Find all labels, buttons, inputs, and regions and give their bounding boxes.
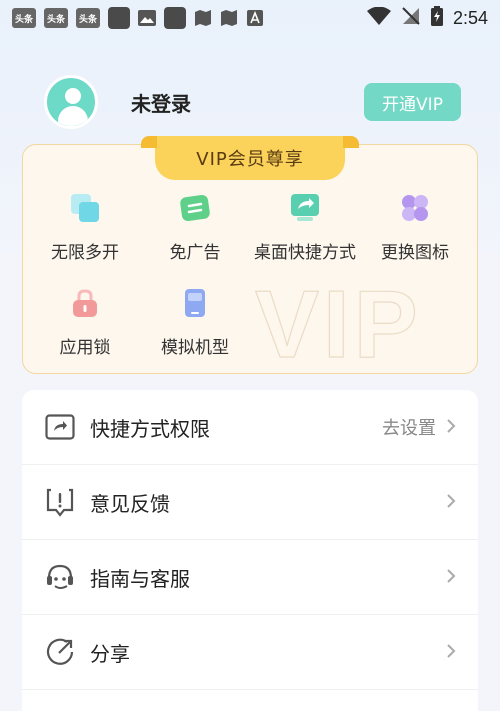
username[interactable]: 未登录 (131, 88, 191, 117)
menu-item-label: 分享 (90, 641, 130, 666)
feature-label: 应用锁 (59, 338, 111, 358)
no-ads-icon (179, 192, 211, 224)
feature-label: 模拟机型 (161, 338, 229, 358)
feature-app-lock[interactable]: 应用锁 (25, 287, 145, 358)
font-icon (246, 9, 264, 27)
feature-label: 免广告 (169, 243, 221, 263)
app-icon (108, 7, 130, 29)
app-icon (164, 7, 186, 29)
map-icon (194, 9, 212, 27)
image-icon (138, 9, 156, 27)
feedback-icon (44, 486, 76, 518)
wifi-icon (366, 6, 391, 29)
notification-icons: 头条 头条 头条 (12, 7, 264, 29)
shortcut-permission-icon (44, 411, 76, 443)
feature-change-icon[interactable]: 更换图标 (355, 192, 475, 263)
copies-icon (69, 192, 101, 224)
chevron-right-icon (446, 565, 456, 589)
status-bar: 头条 头条 头条 2:54 (0, 0, 500, 36)
avatar[interactable] (44, 75, 98, 129)
vip-card-title: VIP会员尊享 (141, 136, 359, 180)
settings-menu: 快捷方式权限 去设置 意见反馈 指南与客服 分享 (22, 390, 478, 711)
chevron-right-icon (446, 415, 456, 439)
menu-item-shortcut-permission[interactable]: 快捷方式权限 去设置 (22, 390, 478, 465)
toutiao-icon: 头条 (44, 8, 68, 28)
feature-desktop-shortcut[interactable]: 桌面快捷方式 (245, 192, 365, 263)
profile-area[interactable]: 未登录 (44, 75, 191, 129)
feature-no-ads[interactable]: 免广告 (135, 192, 255, 263)
chevron-right-icon (446, 640, 456, 664)
shortcut-icon (289, 192, 321, 224)
toutiao-icon: 头条 (12, 8, 36, 28)
support-icon (44, 561, 76, 593)
phone-icon (179, 287, 211, 319)
status-time: 2:54 (452, 7, 488, 28)
feature-label: 更换图标 (381, 243, 449, 263)
vip-watermark: VIP (254, 270, 422, 378)
feature-unlimited-multi-open[interactable]: 无限多开 (25, 192, 145, 263)
menu-item-feedback[interactable]: 意见反馈 (22, 465, 478, 540)
menu-item-guide-support[interactable]: 指南与客服 (22, 540, 478, 615)
feature-label: 桌面快捷方式 (254, 243, 356, 263)
menu-item-value: 去设置 (382, 418, 436, 439)
share-icon (44, 636, 76, 668)
chevron-right-icon (446, 490, 456, 514)
battery-icon (430, 6, 443, 30)
menu-item-label: 指南与客服 (90, 566, 190, 591)
feature-simulate-device[interactable]: 模拟机型 (135, 287, 255, 358)
menu-item-share[interactable]: 分享 (22, 615, 478, 690)
map-icon (220, 9, 238, 27)
toutiao-icon: 头条 (76, 8, 100, 28)
feature-label: 无限多开 (51, 243, 119, 263)
menu-item-label: 意见反馈 (90, 491, 170, 516)
lock-icon (69, 287, 101, 319)
menu-item-label: 快捷方式权限 (90, 416, 210, 441)
open-vip-button[interactable]: 开通VIP (364, 83, 461, 121)
clover-icon (399, 192, 431, 224)
no-signal-icon (401, 6, 421, 30)
